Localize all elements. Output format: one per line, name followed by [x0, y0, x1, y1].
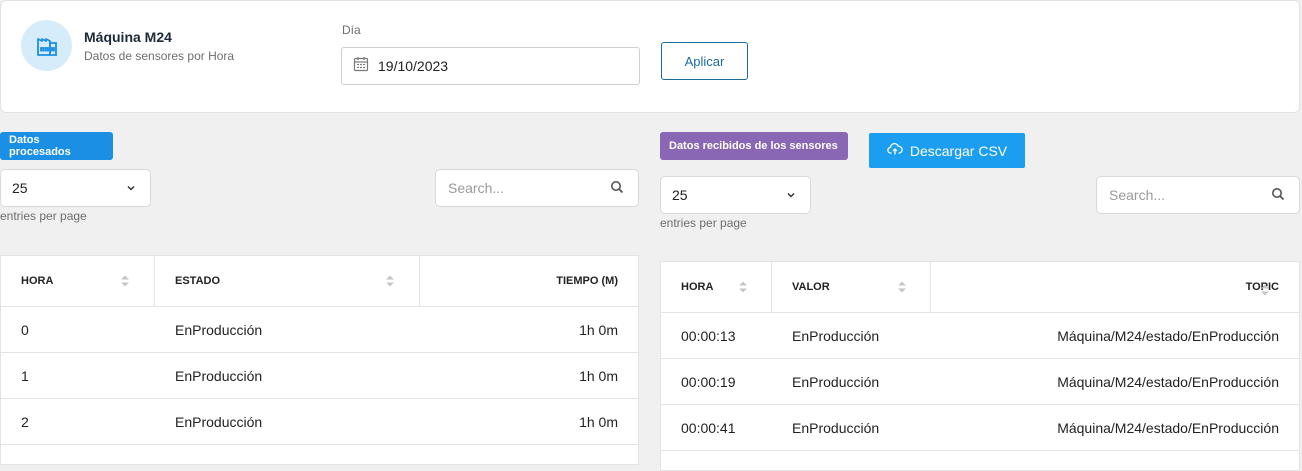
- chevron-down-icon: [786, 187, 796, 203]
- sort-icon: [898, 281, 906, 293]
- cell-hora: 1: [21, 367, 29, 384]
- cell-estado: EnProducción: [175, 367, 263, 384]
- sort-icon: [121, 275, 129, 287]
- sort-icon: [739, 281, 747, 293]
- received-data-badge: Datos recibidos de los sensores: [660, 132, 848, 160]
- entries-per-page-label: entries per page: [0, 209, 87, 223]
- sort-icon: [386, 275, 394, 287]
- table-row[interactable]: 00:00:13 EnProducción Máquina/M24/estado…: [661, 313, 1299, 359]
- cell-estado: EnProducción: [175, 413, 263, 430]
- column-header-hora[interactable]: HORA: [661, 262, 772, 312]
- table-row[interactable]: 2 EnProducción 1h 0m: [1, 399, 638, 445]
- page-subtitle: Datos de sensores por Hora: [84, 49, 235, 63]
- column-header-valor[interactable]: VALOR: [772, 262, 931, 312]
- page-title: Máquina M24: [84, 29, 172, 45]
- date-field[interactable]: 19/10/2023: [341, 47, 640, 85]
- table-row[interactable]: 1 EnProducción 1h 0m: [1, 353, 638, 399]
- cell-estado: EnProducción: [175, 321, 263, 338]
- header-card: Máquina M24 Datos de sensores por Hora D…: [0, 0, 1300, 113]
- cloud-upload-icon: [887, 142, 903, 159]
- cell-topic: Máquina/M24/estado/EnProducción: [1057, 419, 1279, 436]
- table-row[interactable]: 00:00:41 EnProducción Máquina/M24/estado…: [661, 405, 1299, 451]
- cell-valor: EnProducción: [792, 327, 880, 344]
- search-input[interactable]: Search...: [435, 169, 639, 207]
- search-icon: [1271, 187, 1285, 204]
- search-placeholder: Search...: [1109, 187, 1166, 203]
- cell-valor: EnProducción: [792, 373, 880, 390]
- download-csv-label: Descargar CSV: [909, 142, 1008, 159]
- cell-hora: 00:00:41: [681, 419, 736, 436]
- apply-button[interactable]: Aplicar: [661, 42, 748, 80]
- received-data-table: HORA VALOR TOPIC 00:00:13 EnProducción M…: [660, 261, 1300, 471]
- entries-per-page-label: entries per page: [660, 216, 747, 230]
- factory-icon: [21, 20, 72, 71]
- table-header: HORA ESTADO TIEMPO (M): [1, 256, 638, 307]
- calendar-icon: [353, 56, 369, 77]
- cell-tiempo: 1h 0m: [579, 367, 618, 384]
- date-value: 19/10/2023: [378, 58, 449, 74]
- chevron-down-icon: [126, 180, 136, 196]
- search-input[interactable]: Search...: [1096, 176, 1300, 214]
- cell-hora: 0: [21, 321, 29, 338]
- sort-icon: [1261, 284, 1269, 296]
- cell-valor: EnProducción: [792, 419, 880, 436]
- download-csv-button[interactable]: Descargar CSV: [869, 133, 1025, 168]
- cell-hora: 00:00:19: [681, 373, 736, 390]
- entries-per-page-select[interactable]: 25: [660, 176, 811, 214]
- table-row[interactable]: 0 EnProducción 1h 0m: [1, 307, 638, 353]
- cell-tiempo: 1h 0m: [579, 321, 618, 338]
- entries-value: 25: [672, 187, 688, 203]
- entries-value: 25: [12, 180, 28, 196]
- processed-data-badge: Datos procesados: [0, 132, 113, 160]
- date-label: Día: [342, 23, 361, 37]
- processed-data-table: HORA ESTADO TIEMPO (M) 0 EnProducción 1h…: [0, 255, 639, 465]
- search-icon: [610, 180, 624, 197]
- column-header-topic[interactable]: TOPIC: [931, 262, 1299, 312]
- column-header-estado[interactable]: ESTADO: [155, 256, 420, 306]
- cell-topic: Máquina/M24/estado/EnProducción: [1057, 327, 1279, 344]
- column-header-tiempo[interactable]: TIEMPO (M): [420, 256, 638, 306]
- table-header: HORA VALOR TOPIC: [661, 262, 1299, 313]
- cell-tiempo: 1h 0m: [579, 413, 618, 430]
- cell-hora: 2: [21, 413, 29, 430]
- table-row[interactable]: 00:00:19 EnProducción Máquina/M24/estado…: [661, 359, 1299, 405]
- column-header-hora[interactable]: HORA: [1, 256, 155, 306]
- cell-topic: Máquina/M24/estado/EnProducción: [1057, 373, 1279, 390]
- cell-hora: 00:00:13: [681, 327, 736, 344]
- entries-per-page-select[interactable]: 25: [0, 169, 151, 207]
- search-placeholder: Search...: [448, 180, 505, 196]
